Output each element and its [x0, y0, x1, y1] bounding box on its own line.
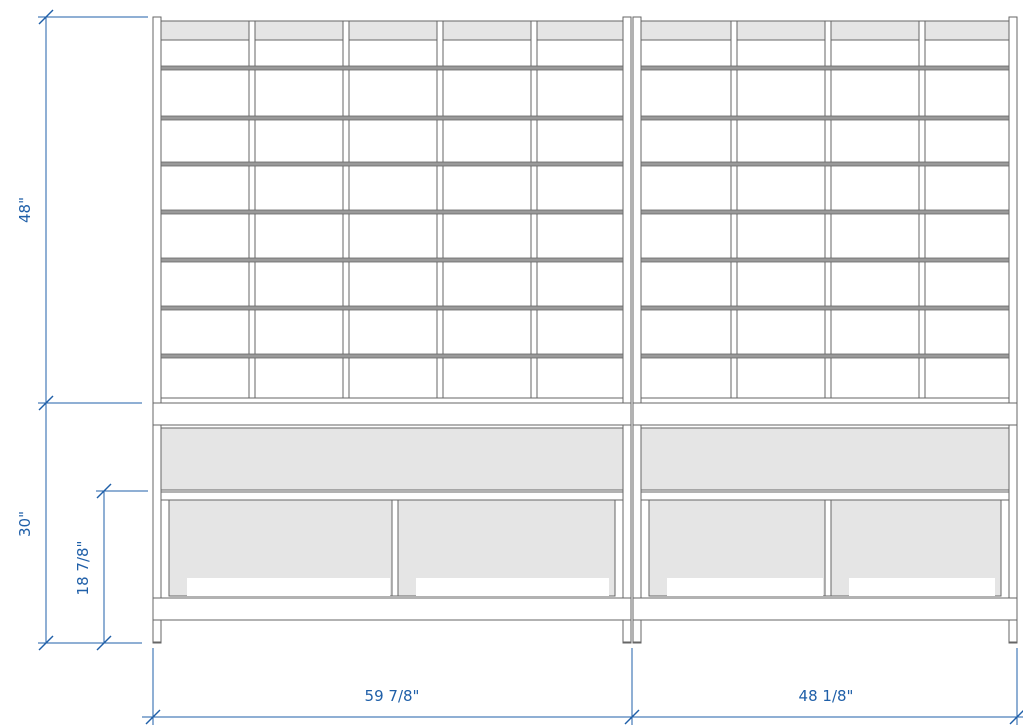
right-left-post: [632, 16, 642, 644]
left-base-plinth: [152, 597, 632, 621]
left-shelf-1: [160, 65, 624, 71]
dim-label-left-width: 59 7/8": [365, 687, 420, 705]
left-bin-right-lip: [416, 578, 609, 596]
right-back-panel: [640, 427, 1010, 491]
right-divider-1: [730, 20, 738, 399]
left-divider-4: [530, 20, 538, 399]
right-shelf-6: [640, 305, 1010, 311]
right-bin-divider: [824, 499, 832, 597]
right-bin-right-lip: [849, 578, 995, 596]
right-base-plinth: [632, 597, 1018, 621]
left-shelf-5: [160, 257, 624, 263]
left-shelf-7: [160, 353, 624, 359]
left-right-post: [622, 16, 632, 644]
left-shelf-3: [160, 161, 624, 167]
cabinet-structure: [152, 16, 1018, 644]
dim-label-drawer-height: 18 7/8": [74, 541, 92, 596]
left-back-panel: [160, 427, 624, 491]
dim-label-upper-height: 48": [16, 197, 34, 223]
right-divider-2: [824, 20, 832, 399]
left-bin-divider: [391, 499, 399, 597]
left-divider-1: [248, 20, 256, 399]
right-right-post: [1008, 16, 1018, 644]
left-divider-3: [436, 20, 444, 399]
left-left-foot: [152, 619, 162, 643]
right-divider-3: [918, 20, 926, 399]
left-right-foot: [622, 619, 632, 643]
right-shelf-4: [640, 209, 1010, 215]
right-shelf-5: [640, 257, 1010, 263]
left-drawer-rail: [160, 491, 624, 501]
right-shelf-2: [640, 115, 1010, 121]
left-shelf-6: [160, 305, 624, 311]
left-shelf-2: [160, 115, 624, 121]
right-right-foot: [1008, 619, 1018, 643]
right-left-foot: [632, 619, 642, 643]
left-left-post: [152, 16, 162, 644]
right-shelf-3: [640, 161, 1010, 167]
left-upper-frame: [160, 20, 624, 399]
left-shelf-4: [160, 209, 624, 215]
left-divider-2: [342, 20, 350, 399]
right-bin-left-lip: [667, 578, 823, 596]
dim-label-lower-height: 30": [16, 511, 34, 537]
cabinet-elevation-drawing: 48" 30" 18 7/8" 59 7/8" 48 1/8": [16, 9, 1023, 725]
right-counter-ledge: [632, 402, 1018, 426]
left-bin-left-lip: [187, 578, 390, 596]
left-top-rail: [160, 20, 624, 41]
right-drawer-rail: [640, 491, 1010, 501]
right-shelf-1: [640, 65, 1010, 71]
dim-label-right-width: 48 1/8": [799, 687, 854, 705]
right-shelf-7: [640, 353, 1010, 359]
left-counter-ledge: [152, 402, 632, 426]
